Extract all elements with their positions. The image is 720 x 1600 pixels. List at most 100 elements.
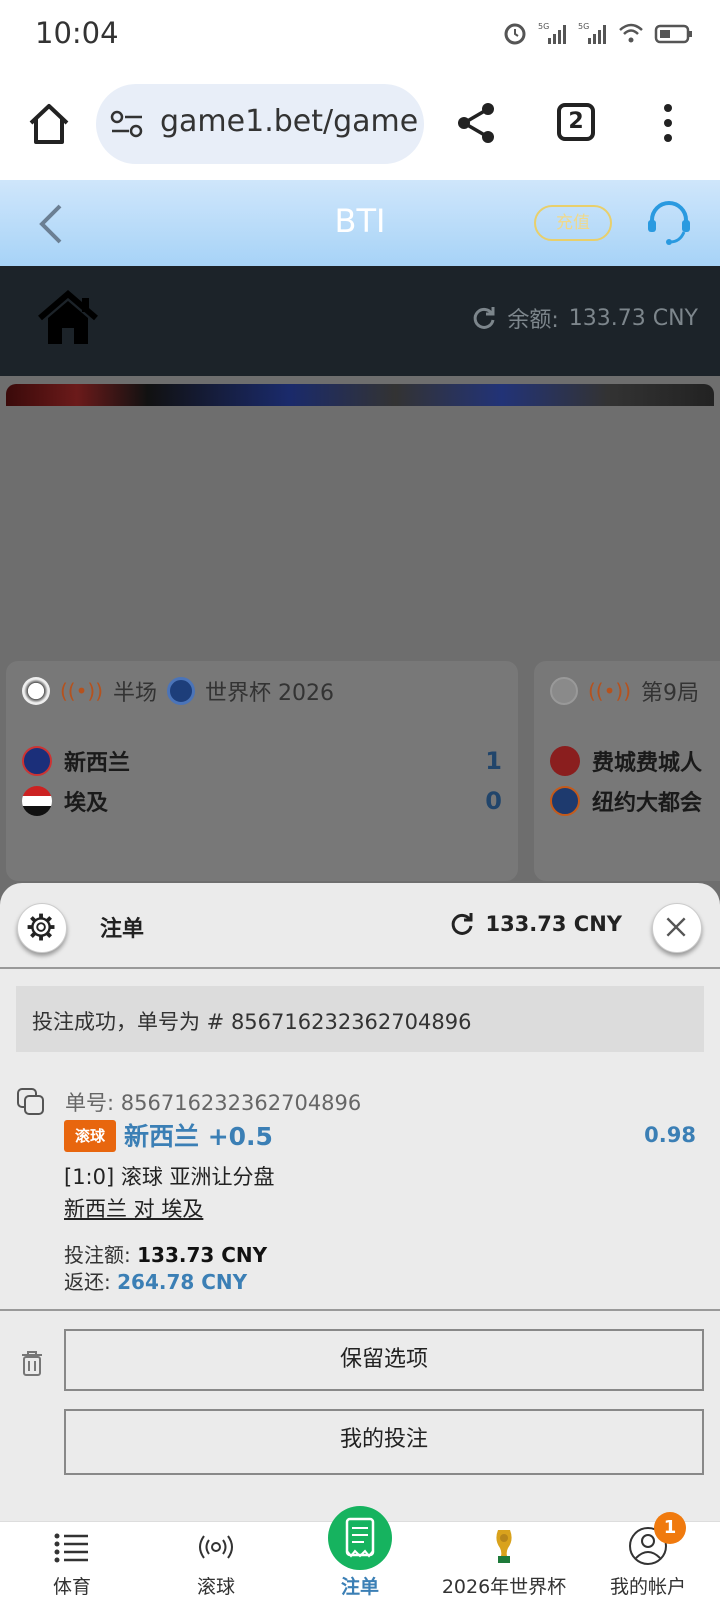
site-settings-icon[interactable] bbox=[110, 110, 144, 138]
nav-label: 注单 bbox=[340, 1576, 379, 1598]
svg-text:5G: 5G bbox=[538, 22, 549, 31]
close-bet-slip-button[interactable] bbox=[652, 903, 702, 953]
receipt-icon bbox=[345, 1517, 375, 1558]
clock: 10:04 bbox=[35, 16, 119, 50]
new-zealand-flag-icon bbox=[22, 746, 52, 776]
browser-home-icon[interactable] bbox=[26, 101, 72, 147]
team-row-away: 埃及 bbox=[22, 785, 108, 817]
keep-selection-button[interactable]: 保留选项 bbox=[64, 1329, 704, 1391]
stake-row: 投注额: 133.73 CNY bbox=[64, 1239, 267, 1268]
live-broadcast-icon bbox=[199, 1535, 233, 1559]
nav-item-sports[interactable]: 体育 bbox=[22, 1522, 122, 1600]
balance-amount: 133.73 CNY bbox=[568, 305, 698, 331]
return-row: 返还: 264.78 CNY bbox=[64, 1266, 247, 1295]
nav-item-world-cup[interactable]: 2026年世界杯 bbox=[432, 1522, 576, 1600]
gear-icon bbox=[27, 913, 55, 941]
match-card[interactable]: ((•)) 半场 世界杯 2026 新西兰 1 埃及 0 bbox=[6, 661, 518, 881]
more-menu-icon[interactable] bbox=[656, 100, 680, 146]
bet-slip-header: 注单 133.73 CNY bbox=[0, 883, 720, 969]
nav-label: 2026年世界杯 bbox=[441, 1576, 567, 1598]
nav-item-live[interactable]: 滚球 bbox=[166, 1522, 266, 1600]
promo-banner[interactable] bbox=[6, 384, 714, 406]
team-row-away: 纽约大都会 bbox=[550, 785, 702, 817]
bet-ticket: 单号: 856716232362704896 滚球 新西兰 +0.5 0.98 … bbox=[0, 1073, 720, 1295]
status-icons: 5G 5G bbox=[502, 20, 694, 46]
away-score: 0 bbox=[485, 787, 502, 815]
nav-label: 体育 bbox=[52, 1576, 91, 1598]
browser-toolbar: game1.bet/game 2 bbox=[0, 68, 720, 178]
address-bar[interactable]: game1.bet/game bbox=[96, 84, 424, 164]
nav-label: 我的帐户 bbox=[609, 1576, 686, 1598]
return-amount: 264.78 CNY bbox=[117, 1270, 248, 1294]
bet-slip-panel: 注单 133.73 CNY 投注成功，单号为 # 856716232362704… bbox=[0, 883, 720, 1521]
trophy-icon bbox=[496, 1530, 512, 1563]
live-badge: 滚球 bbox=[64, 1120, 116, 1152]
copy-icon[interactable] bbox=[16, 1087, 46, 1117]
team-row-home: 新西兰 bbox=[22, 745, 130, 777]
status-bar: 10:04 5G 5G bbox=[0, 0, 720, 68]
match-period: 半场 bbox=[113, 681, 158, 706]
bet-success-message: 投注成功，单号为 # 856716232362704896 bbox=[16, 986, 704, 1052]
stake-amount: 133.73 CNY bbox=[137, 1243, 268, 1267]
mets-logo-icon bbox=[550, 786, 580, 816]
home-icon[interactable] bbox=[38, 290, 98, 348]
share-icon[interactable] bbox=[454, 100, 500, 146]
competition-logo-icon bbox=[167, 677, 196, 705]
nav-label: 滚球 bbox=[196, 1576, 235, 1598]
bet-market: [1:0] 滚球 亚洲让分盘 bbox=[64, 1165, 275, 1189]
phillies-logo-icon bbox=[550, 746, 580, 776]
bet-slip-title: 注单 bbox=[100, 917, 145, 942]
wifi-icon bbox=[619, 23, 643, 43]
team-name: 新西兰 bbox=[64, 751, 131, 776]
settings-button[interactable] bbox=[17, 903, 67, 953]
notification-badge: 1 bbox=[654, 1512, 686, 1544]
alarm-icon bbox=[504, 23, 526, 45]
soccer-ball-icon bbox=[22, 677, 50, 705]
match-card[interactable]: ((•)) 第9局 费城费城人 纽约大都会 bbox=[534, 661, 720, 881]
ticket-number: 单号: 856716232362704896 bbox=[65, 1087, 361, 1117]
baseball-icon bbox=[550, 677, 578, 705]
team-name: 纽约大都会 bbox=[592, 791, 703, 816]
competition-name: 世界杯 2026 bbox=[205, 681, 335, 706]
match-card-header: ((•)) 第9局 bbox=[550, 675, 699, 707]
ticket-number-value: 856716232362704896 bbox=[120, 1091, 362, 1115]
customer-support-icon[interactable] bbox=[644, 198, 694, 248]
ticket-number-label: 单号: bbox=[65, 1091, 115, 1115]
return-label: 返还: bbox=[64, 1270, 111, 1294]
bet-selection: 新西兰 +0.5 bbox=[124, 1122, 273, 1151]
battery-icon bbox=[654, 24, 692, 44]
list-icon bbox=[54, 1533, 88, 1563]
team-row-home: 费城费城人 bbox=[550, 745, 702, 777]
home-score: 1 bbox=[485, 747, 502, 775]
svg-text:5G: 5G bbox=[578, 22, 589, 31]
live-signal-icon: ((•)) bbox=[60, 679, 104, 703]
tab-switcher-button[interactable]: 2 bbox=[557, 103, 595, 141]
stake-label: 投注额: bbox=[64, 1243, 131, 1267]
team-name: 费城费城人 bbox=[592, 751, 703, 776]
site-header: BTI 充值 bbox=[0, 180, 720, 266]
trash-icon[interactable] bbox=[20, 1349, 44, 1377]
bet-fixture-link[interactable]: 新西兰 对 埃及 bbox=[64, 1193, 203, 1223]
team-name: 埃及 bbox=[64, 791, 109, 816]
refresh-icon[interactable] bbox=[471, 305, 497, 331]
deposit-button[interactable]: 充值 bbox=[534, 205, 612, 241]
signal-5g-icon: 5G bbox=[538, 22, 566, 44]
match-card-header: ((•)) 半场 世界杯 2026 bbox=[22, 675, 334, 707]
bet-slip-fab[interactable] bbox=[328, 1506, 392, 1570]
account-bar: 余额: 133.73 CNY bbox=[0, 266, 720, 376]
close-icon bbox=[666, 917, 686, 937]
live-signal-icon: ((•)) bbox=[588, 679, 632, 703]
bet-slip-balance: 133.73 CNY bbox=[449, 911, 622, 937]
balance-label: 余额: bbox=[507, 308, 559, 333]
balance-display: 余额: 133.73 CNY bbox=[471, 302, 698, 334]
bet-slip-actions: 保留选项 我的投注 bbox=[0, 1309, 720, 1521]
url-text: game1.bet/game bbox=[160, 104, 419, 139]
my-bets-button[interactable]: 我的投注 bbox=[64, 1409, 704, 1475]
signal-5g-icon-2: 5G bbox=[578, 22, 606, 44]
bet-odds: 0.98 bbox=[644, 1123, 696, 1147]
refresh-icon[interactable] bbox=[449, 911, 475, 937]
egypt-flag-icon bbox=[22, 786, 52, 816]
page-title: BTI bbox=[334, 202, 386, 240]
match-period: 第9局 bbox=[641, 681, 700, 706]
bet-slip-balance-amount: 133.73 CNY bbox=[485, 912, 622, 936]
